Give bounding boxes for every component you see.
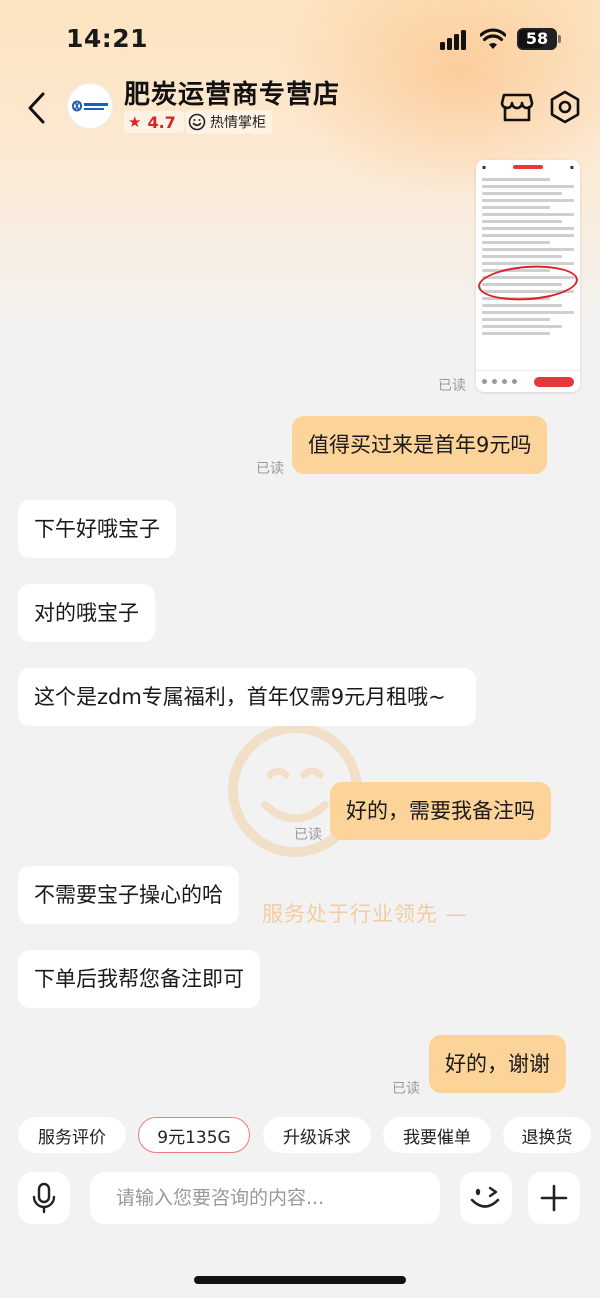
- battery-tip: [558, 35, 561, 43]
- status-time: 14:21: [66, 24, 149, 53]
- china-telecom-logo-icon: [71, 100, 108, 112]
- message-bubble-outgoing[interactable]: 好的，需要我备注吗: [330, 782, 551, 840]
- read-receipt: 已读: [392, 1081, 420, 1097]
- watermark-text: 服务处于行业领先 —: [262, 902, 468, 926]
- message-bubble-incoming[interactable]: 下单后我帮您备注即可: [18, 950, 260, 1008]
- badge-text: 热情掌柜: [210, 115, 266, 131]
- shop-logo[interactable]: [68, 84, 112, 128]
- chip-9yuan-135g[interactable]: 9元135G: [138, 1117, 250, 1153]
- message-input[interactable]: [90, 1172, 440, 1224]
- message-bubble-incoming[interactable]: 对的哦宝子: [18, 584, 155, 642]
- chip-return-exchange[interactable]: 退换货: [503, 1117, 591, 1153]
- star-icon: ★: [128, 113, 142, 131]
- settings-icon: [550, 90, 580, 124]
- chip-urge-order[interactable]: 我要催单: [383, 1117, 491, 1153]
- voice-input-button[interactable]: [18, 1172, 70, 1224]
- chevron-left-icon: [28, 92, 45, 124]
- cellular-signal-icon: [440, 30, 470, 50]
- screenshot-title-bar: [513, 165, 543, 169]
- plus-icon: [540, 1184, 568, 1212]
- screenshot-footer: [476, 370, 580, 392]
- home-indicator[interactable]: [194, 1276, 406, 1284]
- chip-service-review[interactable]: 服务评价: [18, 1117, 126, 1153]
- screenshot-buy-button: [534, 376, 574, 387]
- message-bubble-outgoing[interactable]: 好的，谢谢: [429, 1035, 566, 1093]
- store-icon: [500, 93, 534, 122]
- battery-level: 58: [525, 29, 549, 48]
- screenshot-status-row: ▪ ▪: [476, 160, 580, 174]
- emoji-button[interactable]: [460, 1172, 512, 1224]
- read-receipt: 已读: [256, 461, 284, 477]
- status-bar: 14:21 58: [0, 0, 600, 80]
- smile-badge-icon: [188, 113, 206, 131]
- message-bubble-incoming[interactable]: 下午好哦宝子: [18, 500, 176, 558]
- settings-button[interactable]: [546, 88, 584, 126]
- back-button[interactable]: [18, 86, 54, 130]
- wifi-icon: [480, 28, 506, 49]
- screenshot-time: ▪: [482, 163, 487, 171]
- battery-icon: 58: [517, 28, 557, 50]
- microphone-icon: [32, 1182, 56, 1214]
- read-receipt: 已读: [438, 378, 466, 394]
- store-button[interactable]: [498, 88, 536, 126]
- chip-upgrade-request[interactable]: 升级诉求: [263, 1117, 371, 1153]
- message-bubble-outgoing[interactable]: 值得买过来是首年9元吗: [292, 416, 548, 474]
- shared-screenshot-image[interactable]: ▪ ▪: [476, 160, 580, 392]
- message-bubble-incoming[interactable]: 这个是zdm专属福利，首年仅需9元月租哦~: [18, 668, 476, 726]
- rating-value: 4.7: [147, 112, 176, 132]
- screenshot-battery: ▪: [569, 163, 574, 171]
- shop-badge: 热情掌柜: [186, 110, 272, 134]
- message-bubble-incoming[interactable]: 不需要宝子操心的哈: [18, 866, 239, 924]
- shop-rating: ★ 4.7: [124, 111, 184, 133]
- read-receipt: 已读: [294, 827, 322, 843]
- shop-name[interactable]: 肥炭运营商专营店: [124, 74, 340, 111]
- wink-emoji-icon: [470, 1186, 500, 1208]
- more-actions-button[interactable]: [528, 1172, 580, 1224]
